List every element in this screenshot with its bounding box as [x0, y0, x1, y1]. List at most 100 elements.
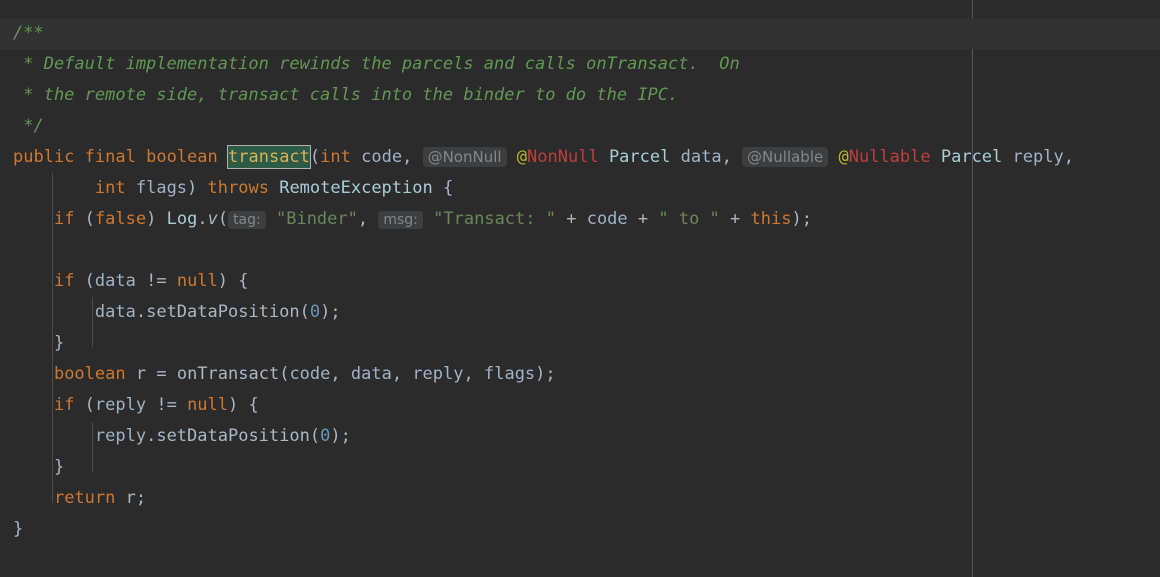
brace-open: ) {: [228, 395, 259, 415]
keyword-final: final: [84, 147, 136, 167]
code-line-4[interactable]: */: [0, 111, 1160, 142]
type-parcel: Parcel: [940, 147, 1003, 167]
variable-r: r: [125, 488, 136, 508]
operator-ne: !=: [135, 271, 177, 291]
code-line-15[interactable]: }: [0, 452, 1160, 483]
javadoc-text-1: * Default implementation rewinds the par…: [13, 54, 740, 74]
code-line-1[interactable]: /**: [0, 18, 1160, 49]
statement-end: );: [330, 426, 351, 446]
variable-r: r: [135, 364, 147, 384]
brace-close-method: }: [13, 519, 24, 539]
keyword-if: if: [53, 271, 75, 291]
keyword-public: public: [13, 147, 75, 167]
code-line-11[interactable]: }: [0, 328, 1160, 359]
parameter-data: data: [94, 302, 136, 322]
code-line-12[interactable]: boolean r = onTransact(code, data, reply…: [0, 359, 1160, 390]
code-line-16[interactable]: return r;: [0, 483, 1160, 514]
parameter-flags: flags: [483, 364, 536, 384]
paren-open: (: [74, 209, 95, 229]
paren-open: (: [74, 395, 95, 415]
code-line-5[interactable]: public final boolean transact(int code, …: [0, 142, 1160, 173]
keyword-int: int: [94, 178, 126, 198]
parameter-code: code: [361, 147, 403, 167]
javadoc-close: */: [13, 116, 44, 136]
number-zero: 0: [320, 426, 331, 446]
code-line-3[interactable]: * the remote side, transact calls into t…: [0, 80, 1160, 111]
annotation-sigil: @: [838, 147, 849, 167]
statement-end: );: [791, 209, 812, 229]
inlay-hint-nonnull[interactable]: @NonNull: [422, 147, 507, 167]
string-binder: "Binder": [275, 209, 358, 229]
parameter-reply: reply: [412, 364, 464, 384]
type-log: Log: [166, 209, 198, 229]
code-line-7[interactable]: if (false) Log.v(tag: "Binder", msg: "Tr…: [0, 204, 1160, 235]
javadoc-text-2: * the remote side, transact calls into t…: [13, 85, 679, 105]
parameter-code: code: [586, 209, 628, 229]
keyword-if: if: [53, 395, 75, 415]
inlay-hint-msg[interactable]: msg:: [378, 211, 423, 229]
keyword-boolean: boolean: [146, 147, 218, 167]
inlay-hint-tag[interactable]: tag:: [228, 211, 266, 229]
keyword-null: null: [187, 395, 229, 415]
statement-end: );: [535, 364, 556, 384]
annotation-sigil: @: [516, 147, 528, 167]
code-line-9[interactable]: if (data != null) {: [0, 266, 1160, 297]
number-zero: 0: [309, 302, 321, 322]
paren-open: (: [279, 364, 290, 384]
parameter-flags: flags: [135, 178, 188, 198]
keyword-return: return: [53, 488, 116, 508]
operator-assign: =: [146, 364, 177, 384]
paren-open: (: [299, 302, 310, 322]
code-line-2[interactable]: * Default implementation rewinds the par…: [0, 49, 1160, 80]
code-line-14[interactable]: reply.setDataPosition(0);: [0, 421, 1160, 452]
brace-close: }: [53, 333, 65, 353]
method-setdataposition: setDataPosition: [146, 302, 300, 322]
parameter-reply: reply: [1012, 147, 1064, 167]
operator-plus: +: [719, 209, 751, 229]
annotation-nonnull: NonNull: [527, 147, 599, 167]
comma: ,: [721, 147, 743, 167]
code-line-10[interactable]: data.setDataPosition(0);: [0, 297, 1160, 328]
keyword-throws: throws: [207, 178, 269, 198]
statement-end: );: [320, 302, 341, 322]
code-line-17[interactable]: }: [0, 514, 1160, 545]
parameter-reply: reply: [94, 395, 147, 415]
method-v: v: [207, 209, 218, 229]
parameter-data: data: [94, 271, 136, 291]
code-line-6[interactable]: int flags) throws RemoteException {: [0, 173, 1160, 204]
inlay-hint-nullable[interactable]: @Nullable: [742, 147, 829, 167]
occurrence-highlight-transact[interactable]: transact: [227, 145, 311, 169]
dot: .: [146, 426, 157, 446]
code-line-13[interactable]: if (reply != null) {: [0, 390, 1160, 421]
operator-plus: +: [627, 209, 659, 229]
code-editor[interactable]: /** * Default implementation rewinds the…: [0, 0, 1160, 577]
paren-open: (: [309, 147, 321, 167]
javadoc-open: /**: [13, 23, 44, 43]
keyword-null: null: [176, 271, 218, 291]
dot: .: [135, 302, 147, 322]
code-line-8[interactable]: [0, 235, 1160, 266]
comma: ,: [330, 364, 351, 384]
code-lines[interactable]: /** * Default implementation rewinds the…: [0, 0, 1160, 545]
brace-open: {: [432, 178, 454, 198]
paren-close: ): [187, 178, 208, 198]
paren-open: (: [309, 426, 321, 446]
paren-open: (: [217, 209, 229, 229]
